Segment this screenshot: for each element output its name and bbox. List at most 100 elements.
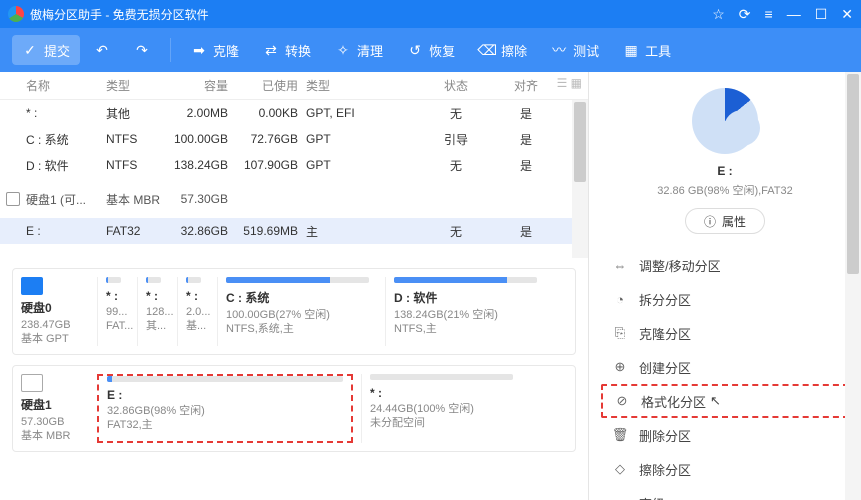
submit-button[interactable]: ✓提交: [12, 35, 80, 65]
side-action-3[interactable]: ⊕创建分区: [589, 350, 861, 384]
table-row[interactable]: D : 软件NTFS138.24GB107.90GBGPT无是: [0, 152, 588, 178]
wipe-label: 擦除: [501, 41, 527, 60]
action-label: 拆分分区: [639, 290, 691, 309]
side-action-5[interactable]: 🗑 删除分区: [589, 418, 861, 452]
disk-label: 硬盘1 (可...: [26, 191, 106, 208]
refresh-icon[interactable]: ⟳: [739, 6, 751, 23]
disk-summary: 硬盘0238.47GB基本 GPT: [21, 277, 89, 346]
side-action-6[interactable]: ◇ 擦除分区: [589, 452, 861, 486]
scroll-thumb[interactable]: [847, 74, 859, 274]
side-scrollbar[interactable]: [845, 72, 861, 500]
partition-card[interactable]: * :2.0...基...: [177, 277, 209, 346]
side-drive-sub: 32.86 GB(98% 空闲),FAT32: [589, 182, 861, 198]
view-mode-icons[interactable]: ☰ ▦: [557, 76, 582, 90]
table-scrollbar[interactable]: [572, 100, 588, 258]
convert-button[interactable]: ⇄ 转换: [253, 35, 321, 65]
col-status: 状态: [416, 77, 496, 94]
disk-scheme: 基本 MBR: [106, 191, 162, 208]
table-header: 名称 类型 容量 已使用 类型 状态 对齐: [0, 72, 588, 100]
action-label: 调整/移动分区: [639, 256, 721, 275]
clone-button[interactable]: ➡克隆: [181, 35, 249, 65]
maximize-icon[interactable]: ☐: [815, 6, 828, 23]
disk-summary: 硬盘157.30GB基本 MBR: [21, 374, 89, 443]
partition-card[interactable]: * :99...FAT...: [97, 277, 129, 346]
col-type: 类型: [106, 77, 162, 94]
redo-button[interactable]: ↷: [124, 35, 160, 65]
recover-label: 恢复: [429, 41, 455, 60]
usage-pie-icon: [692, 88, 758, 154]
side-action-4[interactable]: ⊘格式化分区↖: [601, 384, 849, 418]
action-label: 克隆分区: [639, 324, 691, 343]
convert-label: 转换: [285, 41, 311, 60]
col-capacity: 容量: [162, 77, 236, 94]
table-row[interactable]: C : 系统NTFS100.00GB72.76GBGPT引导是: [0, 126, 588, 152]
action-label: 删除分区: [639, 426, 691, 445]
convert-icon: ⇄: [263, 42, 279, 58]
cell-ptype: 主: [306, 223, 416, 240]
side-action-7[interactable]: ⌄高级: [589, 486, 861, 500]
action-icon: ⌄: [611, 494, 629, 500]
main-panel: ☰ ▦ 名称 类型 容量 已使用 类型 状态 对齐 * :其他2.00MB0.0…: [0, 72, 589, 500]
window-title: 傲梅分区助手 - 免费无损分区软件: [30, 6, 712, 23]
cell-type: FAT32: [106, 224, 162, 238]
test-label: 测试: [573, 41, 599, 60]
title-bar: 傲梅分区助手 - 免费无损分区软件 ☆ ⟳ ≡ — ☐ ✕: [0, 0, 861, 28]
tools-button[interactable]: ▦ 工具: [613, 35, 681, 65]
clean-button[interactable]: ✧清理: [325, 35, 393, 65]
action-label: 擦除分区: [639, 460, 691, 479]
redo-icon: ↷: [134, 42, 150, 58]
tools-label: 工具: [645, 41, 671, 60]
test-icon: 〰: [551, 42, 567, 58]
star-icon[interactable]: ☆: [712, 6, 725, 23]
undo-button[interactable]: ↶: [84, 35, 120, 65]
partition-card[interactable]: E :32.86GB(98% 空闲)FAT32,主: [97, 374, 353, 443]
col-ptype: 类型: [306, 77, 416, 94]
partition-card[interactable]: C : 系统100.00GB(27% 空闲)NTFS,系统,主: [217, 277, 377, 346]
recover-button[interactable]: ↺ 恢复: [397, 35, 465, 65]
cell-status: 无: [416, 223, 496, 240]
properties-label: 属性: [722, 213, 746, 230]
recover-icon: ↺: [407, 42, 423, 58]
action-icon: ◇: [611, 460, 629, 478]
clone-icon: ➡: [191, 42, 207, 58]
tools-icon: ▦: [623, 42, 639, 58]
action-icon: ⎘: [611, 324, 629, 342]
action-icon: ⊕: [611, 358, 629, 376]
col-used: 已使用: [236, 77, 306, 94]
disk-cards-zone: 硬盘0238.47GB基本 GPT* :99...FAT...* :128...…: [0, 258, 588, 462]
side-drive-title: E :: [589, 164, 861, 178]
disk-icon: [6, 192, 20, 206]
settings-icon[interactable]: ≡: [765, 6, 773, 23]
col-align: 对齐: [496, 77, 556, 94]
properties-button[interactable]: ⓘ属性: [685, 208, 765, 234]
partition-card[interactable]: D : 软件138.24GB(21% 空闲)NTFS,主: [385, 277, 545, 346]
wipe-icon: ⌫: [479, 42, 495, 58]
side-panel: E : 32.86 GB(98% 空闲),FAT32 ⓘ属性 ⇔调整/移动分区◔…: [589, 72, 861, 500]
disk-cap: 57.30GB: [162, 192, 236, 206]
cell-cap: 32.86GB: [162, 224, 236, 238]
disk-icon: [21, 277, 43, 295]
close-icon[interactable]: ✕: [841, 6, 853, 23]
app-logo-icon: [8, 6, 24, 22]
table-row-selected[interactable]: E : FAT32 32.86GB 519.69MB 主 无 是: [0, 218, 588, 244]
disk-card[interactable]: 硬盘0238.47GB基本 GPT* :99...FAT...* :128...…: [12, 268, 576, 355]
minimize-icon[interactable]: —: [787, 6, 801, 23]
partition-card[interactable]: * :128...其...: [137, 277, 169, 346]
window-controls: ☆ ⟳ ≡ — ☐ ✕: [712, 6, 853, 23]
disk-row[interactable]: 硬盘1 (可... 基本 MBR 57.30GB: [0, 186, 588, 212]
cursor-icon: ↖: [710, 393, 721, 409]
disk-card[interactable]: 硬盘157.30GB基本 MBRE :32.86GB(98% 空闲)FAT32,…: [12, 365, 576, 452]
cell-align: 是: [496, 223, 556, 240]
cell-name: E :: [26, 224, 106, 238]
side-action-0[interactable]: ⇔调整/移动分区: [589, 248, 861, 282]
partition-card[interactable]: * :24.44GB(100% 空闲)未分配空间: [361, 374, 521, 443]
action-icon: 🗑: [611, 426, 629, 444]
table-row[interactable]: * :其他2.00MB0.00KBGPT, EFI无是: [0, 100, 588, 126]
cell-used: 519.69MB: [236, 224, 306, 238]
side-action-2[interactable]: ⎘ 克隆分区: [589, 316, 861, 350]
side-action-1[interactable]: ◔拆分分区: [589, 282, 861, 316]
test-button[interactable]: 〰测试: [541, 35, 609, 65]
scroll-thumb[interactable]: [574, 102, 586, 182]
wipe-button[interactable]: ⌫ 擦除: [469, 35, 537, 65]
undo-icon: ↶: [94, 42, 110, 58]
